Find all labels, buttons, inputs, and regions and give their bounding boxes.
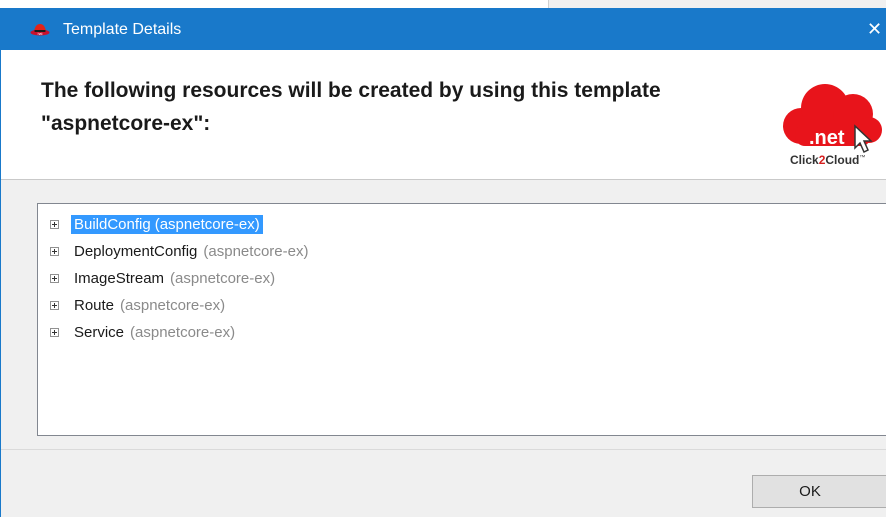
tree-item-service[interactable]: Service (aspnetcore-ex) bbox=[50, 321, 238, 343]
resource-name: (aspnetcore-ex) bbox=[154, 215, 260, 233]
header-message-line2: "aspnetcore-ex": bbox=[41, 112, 211, 135]
tree-item-deploymentconfig[interactable]: DeploymentConfig (aspnetcore-ex) bbox=[50, 240, 311, 262]
template-details-dialog: hat Template Details ✕ The following res… bbox=[0, 8, 886, 517]
svg-text:hat: hat bbox=[38, 32, 43, 36]
tree-node-label[interactable]: Route (aspnetcore-ex) bbox=[71, 296, 228, 315]
logo-caption: Click2Cloud™ bbox=[790, 153, 865, 167]
header-message-line1: The following resources will be created … bbox=[41, 79, 661, 102]
tree-node-label[interactable]: DeploymentConfig (aspnetcore-ex) bbox=[71, 242, 311, 261]
expand-plus-icon[interactable] bbox=[50, 273, 59, 283]
dialog-footer: OK bbox=[1, 449, 886, 517]
logo-caption-suffix: Cloud bbox=[825, 153, 860, 167]
resource-type: ImageStream bbox=[74, 269, 165, 287]
resource-name: (aspnetcore-ex) bbox=[170, 269, 276, 287]
resource-type: Route bbox=[74, 296, 115, 314]
logo-net-text: .net bbox=[809, 127, 845, 149]
resource-type: Service bbox=[74, 323, 125, 341]
header-message: The following resources will be created … bbox=[41, 74, 761, 140]
resource-type: BuildConfig bbox=[74, 215, 151, 233]
expand-plus-icon[interactable] bbox=[50, 327, 59, 337]
tree-node-label[interactable]: ImageStream (aspnetcore-ex) bbox=[71, 269, 278, 288]
resource-tree[interactable]: BuildConfig (aspnetcore-ex) DeploymentCon… bbox=[37, 203, 886, 436]
resource-name: (aspnetcore-ex) bbox=[130, 323, 236, 341]
dialog-title: Template Details bbox=[63, 21, 182, 38]
tree-item-route[interactable]: Route (aspnetcore-ex) bbox=[50, 294, 228, 316]
resource-type: DeploymentConfig bbox=[74, 242, 198, 260]
resource-name: (aspnetcore-ex) bbox=[203, 242, 309, 260]
tree-item-buildconfig[interactable]: BuildConfig (aspnetcore-ex) bbox=[50, 213, 263, 235]
resource-name: (aspnetcore-ex) bbox=[120, 296, 226, 314]
ok-button[interactable]: OK bbox=[752, 475, 886, 508]
dialog-header: The following resources will be created … bbox=[1, 50, 886, 180]
expand-plus-icon[interactable] bbox=[50, 219, 59, 229]
close-button[interactable]: ✕ bbox=[867, 19, 886, 39]
expand-plus-icon[interactable] bbox=[50, 300, 59, 310]
openshift-hat-icon: hat bbox=[30, 24, 50, 36]
tree-node-label[interactable]: BuildConfig (aspnetcore-ex) bbox=[71, 214, 263, 234]
logo-caption-prefix: Click bbox=[790, 153, 819, 167]
title-bar[interactable]: hat Template Details ✕ bbox=[1, 8, 886, 50]
tree-item-imagestream[interactable]: ImageStream (aspnetcore-ex) bbox=[50, 267, 278, 289]
background-window-edge bbox=[548, 0, 886, 8]
tree-node-label[interactable]: Service (aspnetcore-ex) bbox=[71, 323, 238, 342]
logo-trademark: ™ bbox=[859, 155, 866, 161]
expand-plus-icon[interactable] bbox=[50, 246, 59, 256]
